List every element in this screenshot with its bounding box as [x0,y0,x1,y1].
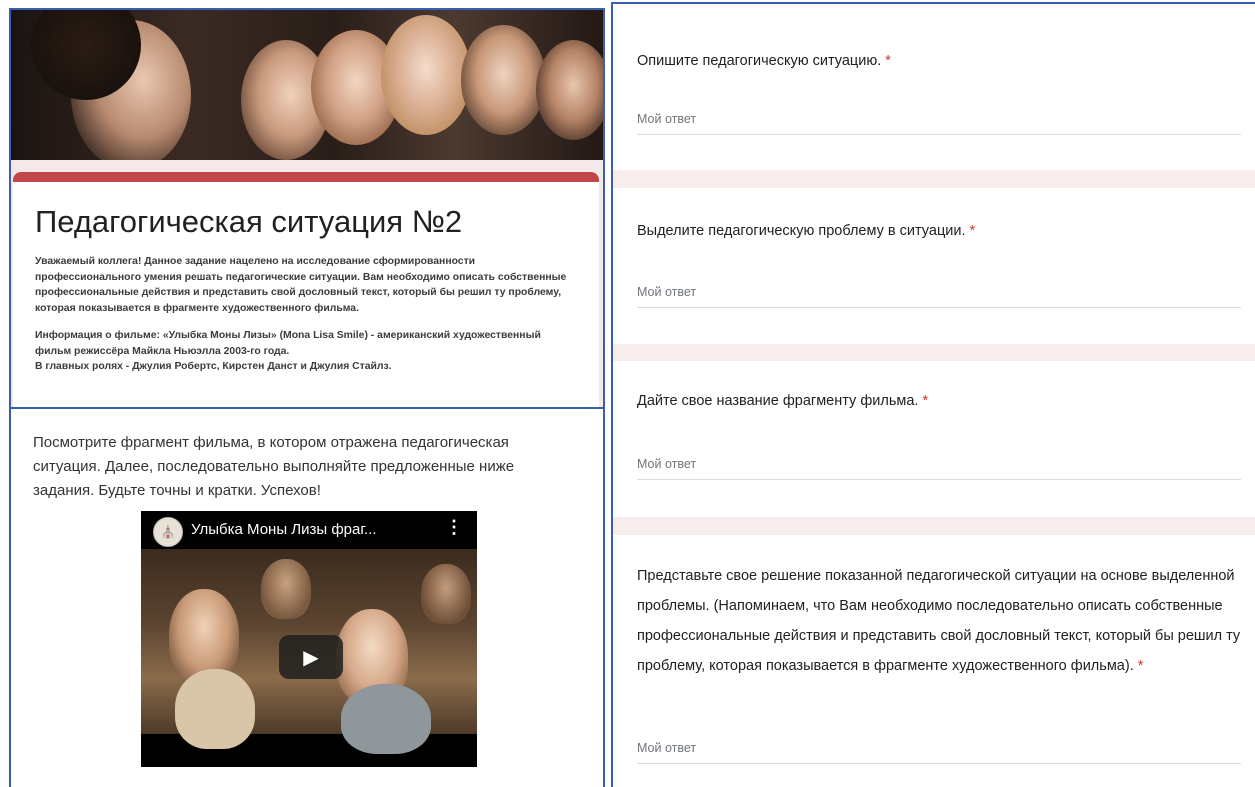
form-title: Педагогическая ситуация №2 [35,204,463,239]
questions-panel: Опишите педагогическую ситуацию. * Выдел… [611,2,1255,787]
required-mark: * [1137,658,1144,674]
question-label: Представьте свое решение показанной педа… [637,568,1241,674]
answer-input[interactable] [637,285,1241,308]
video-title[interactable]: Улыбка Моны Лизы фраг... [191,521,377,538]
question-card: Представьте свое решение показанной педа… [613,535,1255,787]
form-header-panel: Педагогическая ситуация №2 Уважаемый кол… [9,8,605,408]
answer-input[interactable] [637,112,1241,135]
channel-avatar-icon[interactable]: ⛪ [153,517,183,547]
question-card: Опишите педагогическую ситуацию. * [613,4,1255,170]
video-player[interactable]: ⛪ Улыбка Моны Лизы фраг... ⋮ ▶ [141,511,477,767]
question-label: Опишите педагогическую ситуацию. * [637,53,891,69]
form-title-card: Педагогическая ситуация №2 Уважаемый кол… [13,172,599,408]
answer-input[interactable] [637,741,1241,764]
required-mark: * [922,393,929,409]
question-label: Выделите педагогическую проблему в ситуа… [637,223,976,239]
form-description: Уважаемый коллега! Данное задание нацеле… [35,254,575,387]
answer-input[interactable] [637,457,1241,480]
more-vert-icon[interactable]: ⋮ [445,517,463,538]
form-description-paragraph: Информация о фильме: «Улыбка Моны Лизы» … [35,330,541,372]
header-banner-image [11,10,603,160]
play-icon[interactable]: ▶ [279,635,343,679]
required-mark: * [885,53,891,69]
question-card: Выделите педагогическую проблему в ситуа… [613,188,1255,344]
question-card: Дайте свое название фрагменту фильма. * [613,361,1255,517]
required-mark: * [969,223,976,239]
form-description-paragraph: Уважаемый коллега! Данное задание нацеле… [35,256,567,314]
video-section-panel: Посмотрите фрагмент фильма, в котором от… [9,407,605,787]
intro-text: Посмотрите фрагмент фильма, в котором от… [33,434,515,499]
question-label: Дайте свое название фрагменту фильма. * [637,393,929,409]
